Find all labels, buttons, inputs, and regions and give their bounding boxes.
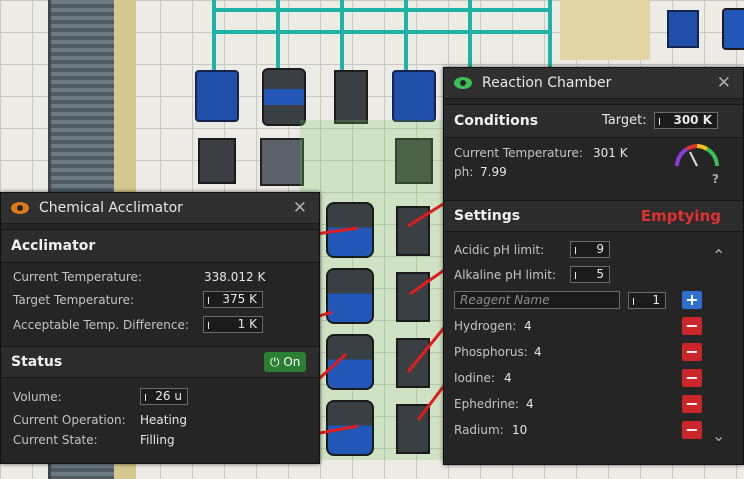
add-reagent-button[interactable]: + (682, 291, 702, 309)
acidic-label: Acidic pH limit: (454, 243, 545, 257)
acceptable-diff-label: Acceptable Temp. Difference: (13, 318, 189, 332)
settings-title: Settings (454, 208, 521, 224)
reagent-name: Radium: (454, 423, 504, 437)
acceptable-diff-input[interactable]: 1 K (203, 316, 263, 333)
close-icon[interactable]: ✕ (717, 73, 731, 93)
ph-value: 7.99 (480, 165, 507, 179)
acclimator-title: Chemical Acclimator (39, 200, 183, 216)
reagent-name: Hydrogen: (454, 319, 517, 333)
temperature-gauge-icon (675, 144, 719, 167)
remove-reagent-button[interactable]: − (682, 317, 702, 335)
reagent-amount-input[interactable]: 1 (628, 292, 666, 309)
reagent-name-input[interactable]: Reagent Name (454, 291, 620, 309)
reagent-name: Phosphorus: (454, 345, 528, 359)
target-temp-label: Target Temperature: (13, 293, 134, 307)
reagent-amount: 4 (526, 397, 534, 411)
target-temp-input[interactable]: 375 K (203, 291, 263, 308)
remove-reagent-button[interactable]: − (682, 421, 702, 439)
conditions-header: Conditions Target: 300 K (444, 104, 743, 138)
chemical-acclimator-window: Chemical Acclimator ✕ Acclimator Current… (0, 192, 320, 464)
eye-icon (454, 77, 472, 89)
scroll-down-icon[interactable]: ⌄ (712, 426, 725, 445)
current-state-value: Filling (140, 433, 175, 447)
target-temp-input[interactable]: 300 K (654, 112, 718, 129)
power-label: On (283, 355, 301, 369)
close-icon[interactable]: ✕ (293, 198, 307, 218)
remove-reagent-button[interactable]: − (682, 343, 702, 361)
volume-label: Volume: (13, 390, 62, 404)
blue-canister (722, 8, 744, 50)
reagent-amount: 4 (534, 345, 542, 359)
reaction-titlebar[interactable]: Reaction Chamber ✕ (444, 68, 743, 99)
acclimator-header: Acclimator (1, 229, 319, 263)
help-icon[interactable]: ? (712, 172, 719, 186)
current-temp-value: 338.012 K (204, 270, 266, 284)
reagent-amount: 4 (524, 319, 532, 333)
current-operation-label: Current Operation: (13, 413, 126, 427)
power-icon: ⏻ (270, 355, 284, 369)
remove-reagent-button[interactable]: − (682, 395, 702, 413)
target-label: Target: (602, 113, 647, 128)
alkaline-label: Alkaline pH limit: (454, 268, 556, 282)
current-state-label: Current State: (13, 433, 98, 447)
reagent-amount: 10 (512, 423, 528, 437)
settings-header: Settings Emptying (444, 200, 743, 232)
settings-status: Emptying (640, 207, 721, 225)
reaction-title: Reaction Chamber (482, 75, 612, 91)
acclimator-section-title: Acclimator (11, 238, 96, 254)
acclimator-titlebar[interactable]: Chemical Acclimator ✕ (1, 193, 319, 224)
reaction-chamber-window: Reaction Chamber ✕ Conditions Target: 30… (443, 67, 744, 465)
scroll-up-icon[interactable]: ⌃ (712, 246, 725, 265)
power-toggle-button[interactable]: ⏻ On (264, 352, 307, 372)
volume-input[interactable]: 26 u (140, 388, 188, 405)
acidic-input[interactable]: 9 (570, 241, 610, 258)
ph-label: ph: (454, 165, 474, 179)
current-temp-label: Current Temperature: (13, 270, 142, 284)
status-title: Status (11, 354, 63, 370)
reagent-name: Iodine: (454, 371, 495, 385)
reagent-amount: 4 (504, 371, 512, 385)
current-operation-value: Heating (140, 413, 188, 427)
conditions-title: Conditions (454, 113, 539, 129)
current-temp-label: Current Temperature: (454, 146, 583, 160)
alkaline-input[interactable]: 5 (570, 266, 610, 283)
current-temp-value: 301 K (593, 146, 628, 160)
blue-sign (667, 10, 699, 48)
remove-reagent-button[interactable]: − (682, 369, 702, 387)
reagent-name: Ephedrine: (454, 397, 520, 411)
eye-icon (11, 202, 29, 214)
